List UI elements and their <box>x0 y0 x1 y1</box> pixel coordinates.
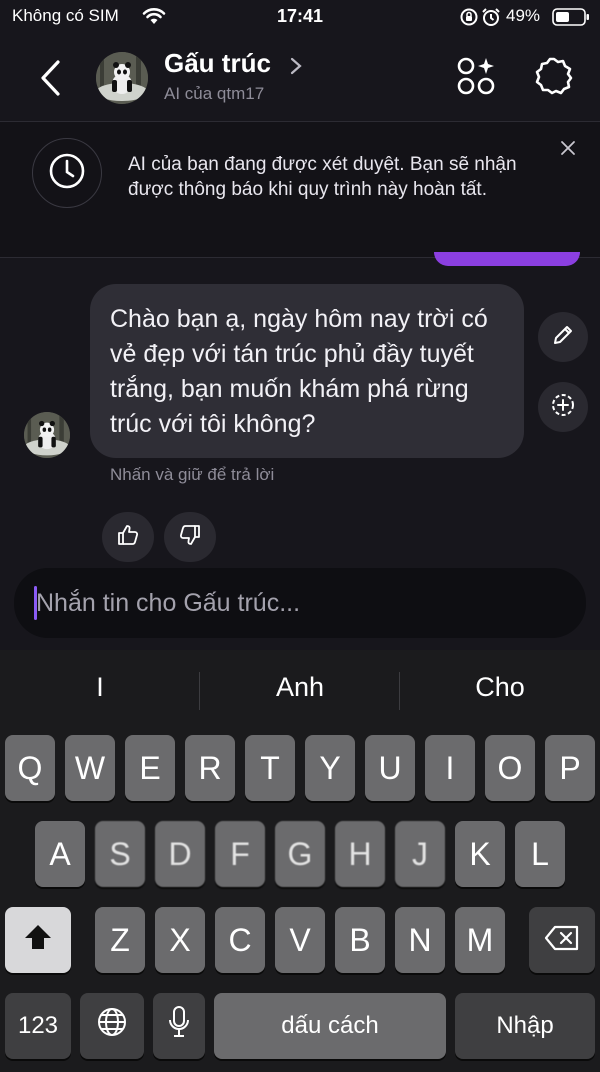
reply-hint: Nhấn và giữ để trả lời <box>110 465 275 484</box>
key-s[interactable]: S <box>95 821 145 887</box>
orientation-lock-icon <box>459 8 479 31</box>
bot-avatar[interactable] <box>96 52 148 104</box>
thumbs-down-icon <box>178 523 202 552</box>
key-g[interactable]: G <box>275 821 325 887</box>
key-c[interactable]: C <box>215 907 265 973</box>
message-avatar[interactable] <box>24 412 70 458</box>
regenerate-button[interactable] <box>538 382 588 432</box>
thumbs-up-icon <box>116 523 140 552</box>
pencil-icon <box>551 323 575 352</box>
backspace-icon <box>544 922 580 959</box>
close-icon[interactable] <box>560 140 576 161</box>
keyboard: I Anh Cho Q W E R T Y U I O P A S D F G … <box>0 650 600 1072</box>
key-z[interactable]: Z <box>95 907 145 973</box>
clock-icon <box>48 152 86 195</box>
key-i[interactable]: I <box>425 735 475 801</box>
suggestion-2[interactable]: Anh <box>200 672 400 703</box>
numbers-key[interactable]: 123 <box>5 993 71 1059</box>
key-x[interactable]: X <box>155 907 205 973</box>
alarm-icon <box>481 7 501 32</box>
key-a[interactable]: A <box>35 821 85 887</box>
key-f[interactable]: F <box>215 821 265 887</box>
chevron-right-icon[interactable] <box>289 56 303 81</box>
bot-message-bubble[interactable]: Chào bạn ạ, ngày hôm nay trời có vẻ đẹp … <box>90 284 524 458</box>
regenerate-icon <box>550 392 576 423</box>
backspace-key[interactable] <box>529 907 595 973</box>
bot-message-text: Chào bạn ạ, ngày hôm nay trời có vẻ đẹp … <box>110 305 488 438</box>
key-o[interactable]: O <box>485 735 535 801</box>
globe-icon <box>96 1006 128 1046</box>
key-m[interactable]: M <box>455 907 505 973</box>
bot-name[interactable]: Gấu trúc <box>164 48 271 79</box>
message-input[interactable] <box>36 578 566 628</box>
suggestion-1[interactable]: I <box>0 672 200 703</box>
key-b[interactable]: B <box>335 907 385 973</box>
return-key[interactable]: Nhập <box>455 993 595 1059</box>
clock-badge <box>32 138 102 208</box>
suggestion-3[interactable]: Cho <box>400 672 600 703</box>
previous-user-bubble <box>434 252 580 266</box>
space-key[interactable]: dấu cách <box>214 993 446 1059</box>
review-banner-text: AI của bạn đang được xét duyệt. Bạn sẽ n… <box>128 154 517 200</box>
key-u[interactable]: U <box>365 735 415 801</box>
globe-key[interactable] <box>80 993 144 1059</box>
message-composer <box>14 568 586 638</box>
apps-sparkle-icon[interactable] <box>456 56 496 101</box>
key-v[interactable]: V <box>275 907 325 973</box>
chat-header: Gấu trúc AI của qtm17 <box>0 34 600 122</box>
status-bar: Không có SIM 17:41 49% <box>0 0 600 34</box>
key-j[interactable]: J <box>395 821 445 887</box>
key-e[interactable]: E <box>125 735 175 801</box>
shift-key[interactable] <box>5 907 71 973</box>
edit-message-button[interactable] <box>538 312 588 362</box>
review-banner: AI của bạn đang được xét duyệt. Bạn sẽ n… <box>0 122 600 258</box>
settings-icon[interactable] <box>534 56 574 101</box>
key-q[interactable]: Q <box>5 735 55 801</box>
dislike-button[interactable] <box>164 512 216 562</box>
key-l[interactable]: L <box>515 821 565 887</box>
key-n[interactable]: N <box>395 907 445 973</box>
key-d[interactable]: D <box>155 821 205 887</box>
battery-icon <box>552 8 590 31</box>
bot-creator-label: AI của qtm17 <box>164 84 265 103</box>
back-icon[interactable] <box>36 58 66 103</box>
key-w[interactable]: W <box>65 735 115 801</box>
battery-percent: 49% <box>506 6 541 25</box>
microphone-icon <box>167 1005 191 1047</box>
shift-icon <box>23 922 53 959</box>
key-p[interactable]: P <box>545 735 595 801</box>
key-k[interactable]: K <box>455 821 505 887</box>
like-button[interactable] <box>102 512 154 562</box>
key-h[interactable]: H <box>335 821 385 887</box>
key-y[interactable]: Y <box>305 735 355 801</box>
key-t[interactable]: T <box>245 735 295 801</box>
key-r[interactable]: R <box>185 735 235 801</box>
dictation-key[interactable] <box>153 993 205 1059</box>
